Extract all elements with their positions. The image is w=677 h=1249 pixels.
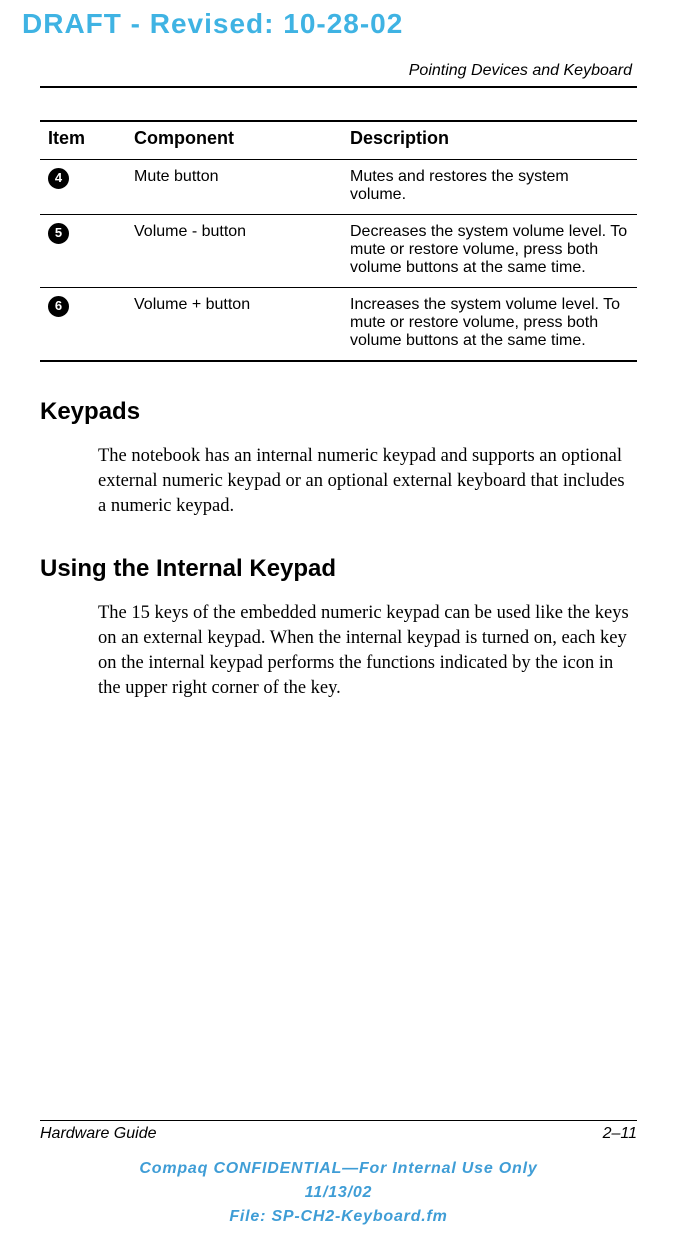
confidential-line: Compaq CONFIDENTIAL—For Internal Use Onl… (40, 1157, 637, 1181)
item-number-icon: 6 (48, 296, 69, 317)
confidential-file: File: SP-CH2-Keyboard.fm (40, 1205, 637, 1229)
footer-rule (40, 1120, 637, 1121)
chapter-title: Pointing Devices and Keyboard (40, 50, 637, 86)
cell-item: 5 (40, 215, 126, 288)
heading-keypads: Keypads (40, 398, 637, 426)
paragraph-using-internal-keypad: The 15 keys of the embedded numeric keyp… (98, 601, 632, 701)
paragraph-keypads: The notebook has an internal numeric key… (98, 444, 632, 519)
footer-guide: Hardware Guide (40, 1125, 157, 1143)
component-table: Item Component Description 4 Mute button… (40, 120, 637, 362)
footer: Hardware Guide 2–11 Compaq CONFIDENTIAL—… (40, 1120, 637, 1229)
cell-description: Mutes and restores the system volume. (342, 160, 637, 215)
heading-using-internal-keypad: Using the Internal Keypad (40, 555, 637, 583)
th-component: Component (126, 121, 342, 160)
table-row: 6 Volume + button Increases the system v… (40, 288, 637, 362)
th-description: Description (342, 121, 637, 160)
cell-component: Volume + button (126, 288, 342, 362)
cell-item: 6 (40, 288, 126, 362)
header-area: Pointing Devices and Keyboard (40, 50, 637, 88)
content: Item Component Description 4 Mute button… (40, 120, 637, 701)
cell-component: Mute button (126, 160, 342, 215)
table-header-row: Item Component Description (40, 121, 637, 160)
confidential-block: Compaq CONFIDENTIAL—For Internal Use Onl… (40, 1157, 637, 1229)
footer-page: 2–11 (603, 1125, 637, 1143)
th-item: Item (40, 121, 126, 160)
item-number-icon: 4 (48, 168, 69, 189)
footer-line: Hardware Guide 2–11 (40, 1125, 637, 1143)
cell-item: 4 (40, 160, 126, 215)
confidential-date: 11/13/02 (40, 1181, 637, 1205)
draft-banner: DRAFT - Revised: 10-28-02 (0, 0, 677, 50)
cell-component: Volume - button (126, 215, 342, 288)
header-rule (40, 86, 637, 88)
cell-description: Increases the system volume level. To mu… (342, 288, 637, 362)
table-row: 5 Volume - button Decreases the system v… (40, 215, 637, 288)
table-row: 4 Mute button Mutes and restores the sys… (40, 160, 637, 215)
cell-description: Decreases the system volume level. To mu… (342, 215, 637, 288)
item-number-icon: 5 (48, 223, 69, 244)
